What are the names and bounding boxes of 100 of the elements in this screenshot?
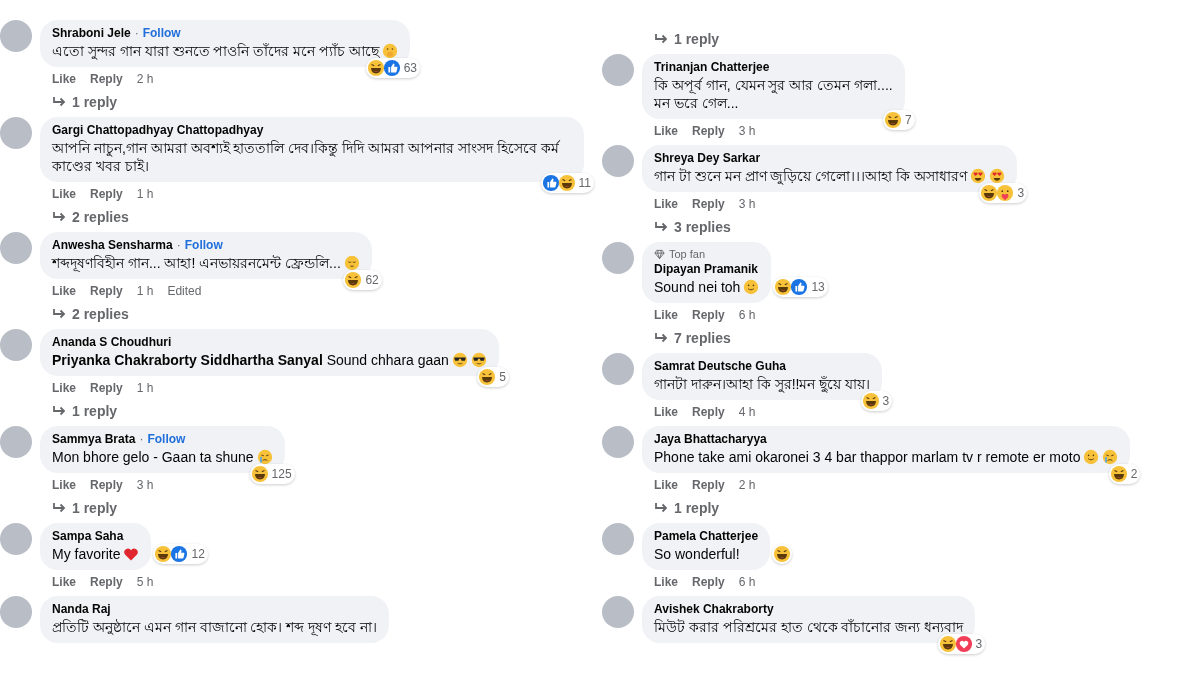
reply-link[interactable]: Reply <box>90 283 123 299</box>
top-fan-label: Top fan <box>669 247 706 261</box>
reply-link[interactable]: Reply <box>90 186 123 202</box>
view-replies-link[interactable]: 3 replies <box>654 218 731 236</box>
like-link[interactable]: Like <box>654 477 678 493</box>
author-name[interactable]: Pamela Chatterjee <box>654 528 759 544</box>
reply-link[interactable]: Reply <box>692 123 725 139</box>
like-link[interactable]: Like <box>52 283 76 299</box>
avatar[interactable] <box>0 596 32 628</box>
timestamp[interactable]: 1 h <box>136 186 154 202</box>
reactions-badge[interactable]: 7 <box>883 110 915 130</box>
reactions-badge[interactable]: 3 <box>937 634 986 654</box>
author-name[interactable]: Ananda S Choudhuri <box>52 334 172 350</box>
view-replies-link[interactable]: 2 replies <box>52 305 129 323</box>
reactions-badge[interactable]: 12 <box>153 544 208 564</box>
avatar[interactable] <box>602 353 634 385</box>
avatar[interactable] <box>0 523 32 555</box>
reactions-badge[interactable]: 2 <box>1108 464 1141 484</box>
avatar[interactable] <box>602 242 634 274</box>
reactions-badge[interactable]: 63 <box>365 58 420 78</box>
follow-link[interactable]: Follow <box>147 431 186 447</box>
reply-link[interactable]: Reply <box>692 196 725 212</box>
author-name[interactable]: Anwesha Sensharma <box>52 237 173 253</box>
reply-link[interactable]: Reply <box>90 71 123 87</box>
avatar[interactable] <box>0 232 32 264</box>
avatar[interactable] <box>602 426 634 458</box>
like-link[interactable]: Like <box>52 71 76 87</box>
reaction-count: 3 <box>882 394 890 408</box>
comment-text: My favorite <box>52 546 121 562</box>
follow-link[interactable]: Follow <box>142 25 181 41</box>
follow-link[interactable]: Follow <box>184 237 223 253</box>
like-link[interactable]: Like <box>654 196 678 212</box>
timestamp[interactable]: 6 h <box>738 307 756 323</box>
reply-link[interactable]: Reply <box>90 574 123 590</box>
reactions-badge[interactable]: 3 <box>979 183 1028 203</box>
author-name[interactable]: Gargi Chattopadhyay Chattopadhyay <box>52 122 264 138</box>
avatar[interactable] <box>602 145 634 177</box>
avatar[interactable] <box>602 54 634 86</box>
comment-text: গান টা শুনে মন প্রাণ জুড়িয়ে গেলো।।।আহা কি অসাধারণ <box>654 168 968 184</box>
timestamp[interactable]: 1 h <box>136 380 154 396</box>
view-replies-link[interactable]: 7 replies <box>654 329 731 347</box>
laughing-face-icon <box>250 465 269 483</box>
author-name[interactable]: Nanda Raj <box>52 601 111 617</box>
like-link[interactable]: Like <box>52 477 76 493</box>
avatar[interactable] <box>0 20 32 52</box>
author-name[interactable]: Jaya Bhattacharyya <box>654 431 767 447</box>
like-link[interactable]: Like <box>52 186 76 202</box>
like-link[interactable]: Like <box>654 123 678 139</box>
author-name[interactable]: Sammya Brata <box>52 431 136 447</box>
reactions-badge[interactable]: 11 <box>540 173 594 193</box>
view-replies-link[interactable]: 1 reply <box>52 93 118 111</box>
reply-link[interactable]: Reply <box>90 477 123 493</box>
like-link[interactable]: Like <box>52 380 76 396</box>
timestamp[interactable]: 3 h <box>738 123 756 139</box>
laughing-face-icon <box>938 635 957 653</box>
avatar[interactable] <box>0 329 32 361</box>
avatar[interactable] <box>0 117 32 149</box>
author-name[interactable]: Trinanjan Chatterjee <box>654 59 770 75</box>
author-name[interactable]: Dipayan Pramanik <box>654 261 759 277</box>
reply-link[interactable]: Reply <box>692 477 725 493</box>
reply-arrow-icon <box>654 502 668 514</box>
laughing-face-icon <box>344 271 363 289</box>
author-name[interactable]: Shraboni Jele <box>52 25 131 41</box>
timestamp[interactable]: 1 h <box>136 283 154 299</box>
timestamp[interactable]: 3 h <box>136 477 154 493</box>
view-replies-link[interactable]: 1 reply <box>654 30 1200 48</box>
reply-link[interactable]: Reply <box>692 574 725 590</box>
view-replies-link[interactable]: 1 reply <box>52 499 118 517</box>
view-replies-link[interactable]: 2 replies <box>52 208 129 226</box>
author-name[interactable]: Sampa Saha <box>52 528 124 544</box>
timestamp[interactable]: 5 h <box>136 574 154 590</box>
avatar[interactable] <box>602 596 634 628</box>
reply-link[interactable]: Reply <box>90 380 123 396</box>
like-link[interactable]: Like <box>654 404 678 420</box>
avatar[interactable] <box>602 523 634 555</box>
like-link[interactable]: Like <box>654 574 678 590</box>
timestamp[interactable]: 6 h <box>738 574 756 590</box>
reactions-badge[interactable] <box>772 544 793 564</box>
view-replies-link[interactable]: 1 reply <box>52 402 118 420</box>
timestamp[interactable]: 3 h <box>738 196 756 212</box>
heart-eyes-face-icon <box>989 168 1006 184</box>
author-name[interactable]: Samrat Deutsche Guha <box>654 358 787 374</box>
avatar[interactable] <box>0 426 32 458</box>
like-link[interactable]: Like <box>654 307 678 323</box>
reactions-badge[interactable]: 5 <box>477 367 509 387</box>
reactions-badge[interactable]: 13 <box>773 277 828 297</box>
author-name[interactable]: Avishek Chakraborty <box>654 601 774 617</box>
reactions-badge[interactable]: 62 <box>343 270 382 290</box>
reply-link[interactable]: Reply <box>692 307 725 323</box>
laughing-face-icon <box>774 278 793 296</box>
diamond-icon <box>654 248 665 260</box>
timestamp[interactable]: 4 h <box>738 404 756 420</box>
timestamp[interactable]: 2 h <box>136 71 154 87</box>
reactions-badge[interactable]: 125 <box>249 464 295 484</box>
reply-link[interactable]: Reply <box>692 404 725 420</box>
timestamp[interactable]: 2 h <box>738 477 756 493</box>
author-name[interactable]: Shreya Dey Sarkar <box>654 150 761 166</box>
view-replies-link[interactable]: 1 reply <box>654 499 720 517</box>
like-link[interactable]: Like <box>52 574 76 590</box>
reactions-badge[interactable]: 3 <box>860 391 893 411</box>
